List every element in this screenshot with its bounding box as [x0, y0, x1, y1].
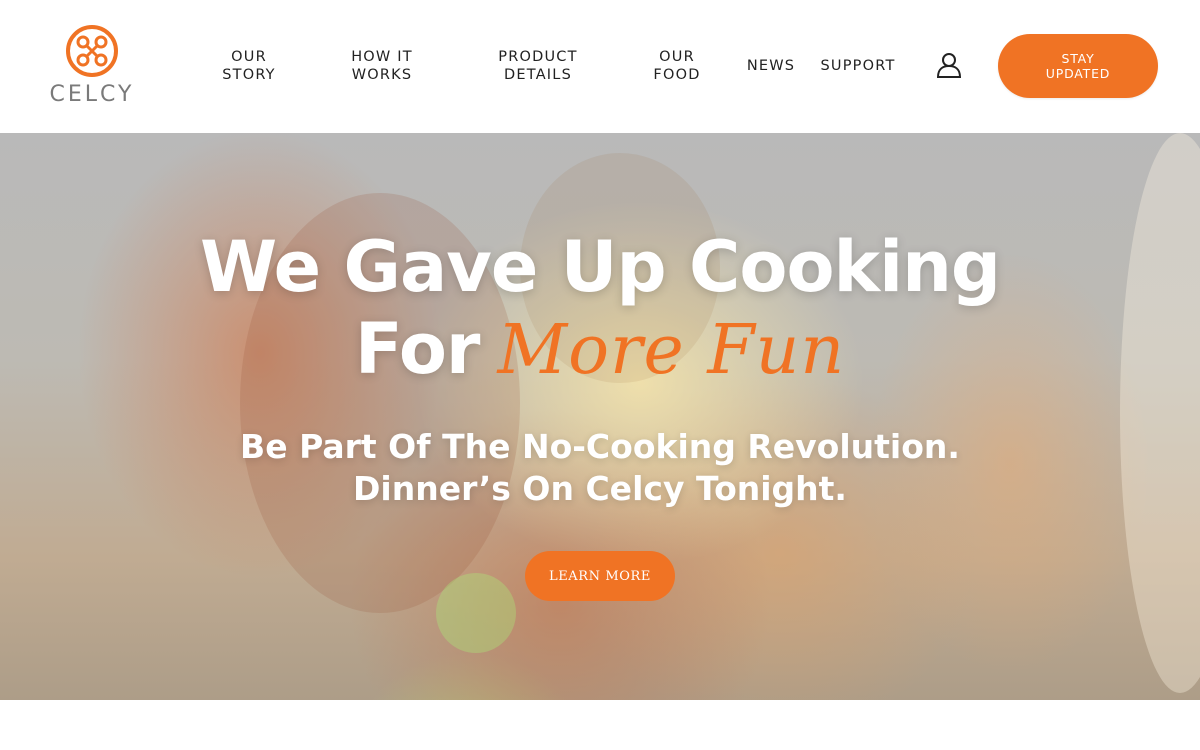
hero-headline-line1: We Gave Up Cooking: [199, 226, 1001, 308]
hero-subheadline-line1: Be Part Of The No-Cooking Revolution.: [240, 427, 960, 466]
hero-headline-script: More Fun: [497, 311, 846, 390]
nav-our-story[interactable]: OUR STORY: [214, 48, 284, 84]
hero-section: [0, 133, 1200, 700]
nav-label-line: SUPPORT: [820, 58, 896, 74]
nav-label-line: DETAILS: [504, 67, 572, 83]
brand-logo[interactable]: CELCY: [40, 22, 144, 112]
nav-label-line: STORY: [222, 67, 276, 83]
nav-our-food[interactable]: OUR FOOD: [642, 48, 712, 84]
cta-label-line: STAY: [1061, 51, 1095, 66]
stay-updated-button[interactable]: STAY UPDATED: [998, 34, 1158, 98]
nav-support[interactable]: SUPPORT: [817, 57, 899, 75]
learn-more-button[interactable]: LEARN MORE: [525, 551, 675, 601]
cta-label-line: UPDATED: [1045, 66, 1111, 81]
nav-how-it-works[interactable]: HOW IT WORKS: [340, 48, 424, 84]
user-account-icon: [936, 53, 962, 78]
nav-label-line: PRODUCT: [498, 49, 578, 65]
hero-lens-flare: [436, 573, 516, 653]
hero-photo-figure-right: [1120, 133, 1200, 693]
nav-label-line: HOW IT: [351, 49, 413, 65]
nav-label-line: OUR: [231, 49, 267, 65]
hero-headline-plain: For: [354, 308, 481, 390]
hero-subheadline-line2: Dinner’s On Celcy Tonight.: [353, 469, 847, 508]
nav-news[interactable]: NEWS: [742, 57, 800, 75]
nav-product-details[interactable]: PRODUCT DETAILS: [491, 48, 585, 84]
nav-label-line: FOOD: [653, 67, 701, 83]
celcy-logo-icon: [66, 25, 118, 77]
site-header: CELCY OUR STORY HOW IT WORKS PRODUCT DET…: [0, 0, 1200, 133]
user-icon[interactable]: [936, 52, 962, 78]
nav-label-line: NEWS: [746, 58, 796, 74]
brand-wordmark: CELCY: [49, 82, 135, 107]
nav-label-line: OUR: [659, 49, 695, 65]
hero-headline-line2: For More Fun: [0, 308, 1200, 390]
nav-label-line: WORKS: [351, 67, 413, 83]
